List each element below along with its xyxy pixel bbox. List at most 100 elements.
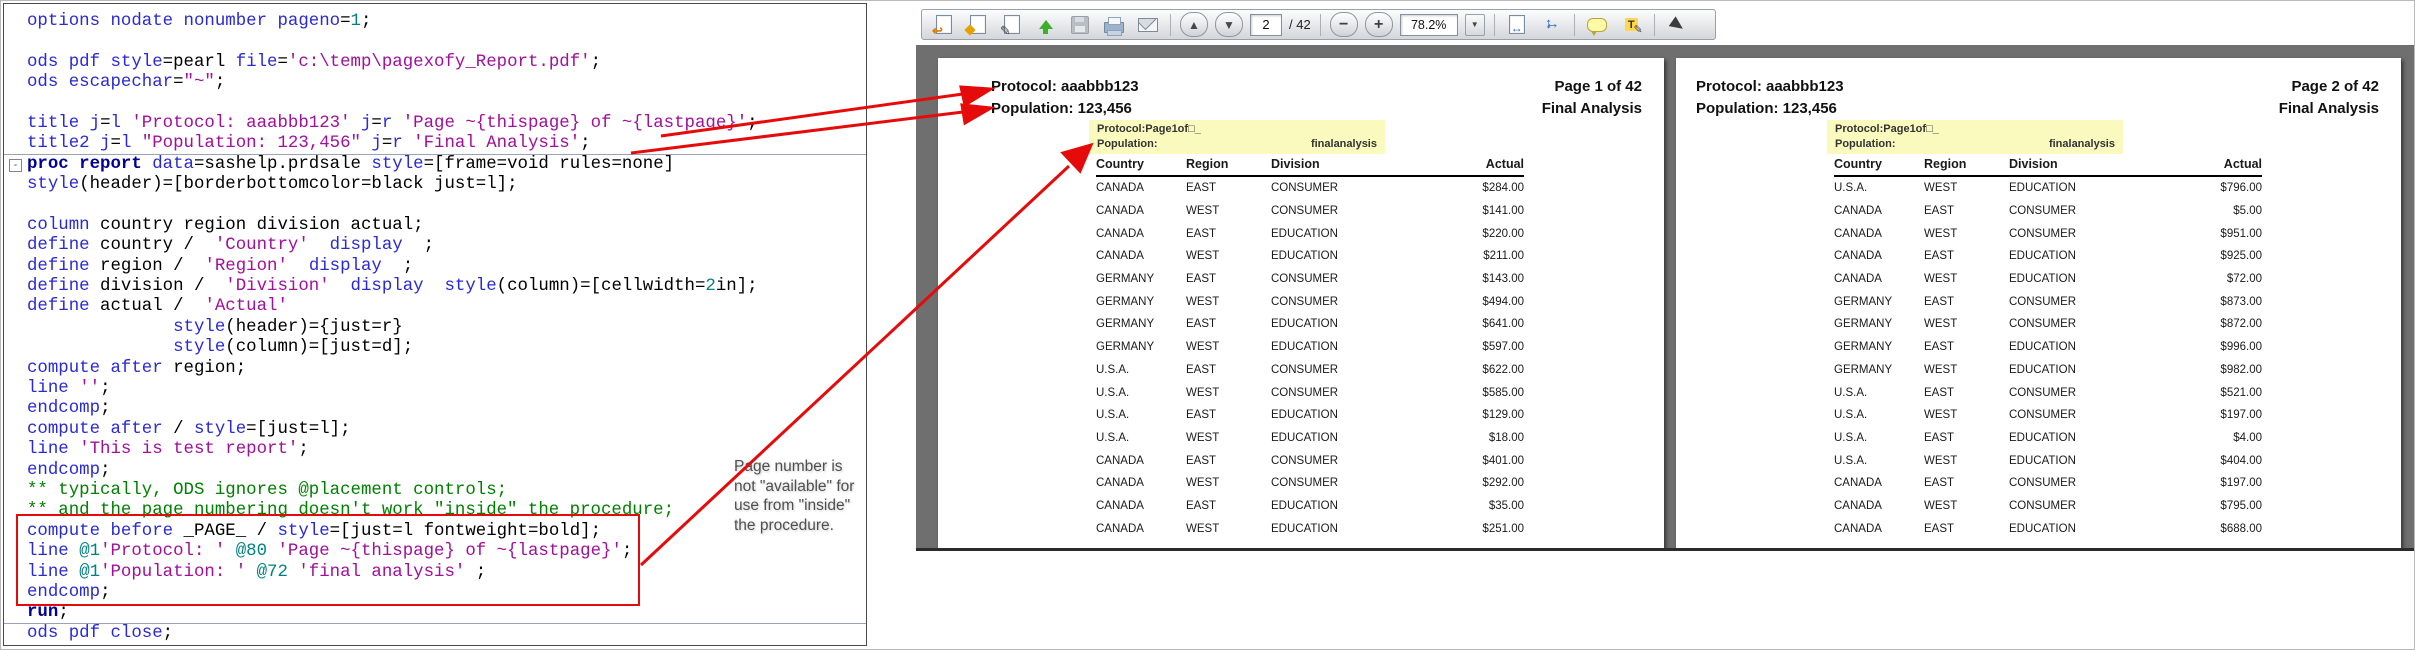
table-cell: CONSUMER (1271, 182, 1339, 195)
table-row: CANADA EAST CONSUMER $5.00 (1834, 200, 2262, 223)
zoom-dropdown-button[interactable]: ▼ (1464, 13, 1485, 36)
zoom-in-button[interactable]: + (1364, 12, 1393, 37)
floppy-glyph (1070, 15, 1089, 34)
code-line[interactable] (4, 94, 866, 114)
select-tool-icon[interactable] (1664, 12, 1691, 37)
table-cell: CONSUMER (2009, 205, 2077, 218)
code-line[interactable]: options nodate nonumber pageno=1; (4, 12, 866, 32)
code-line[interactable]: ods escapechar="~"; (4, 73, 866, 93)
email-icon[interactable] (1134, 12, 1161, 37)
save-icon[interactable] (1066, 12, 1093, 37)
table-cell: CONSUMER (2009, 499, 2077, 512)
sas-code-editor-panel: options nodate nonumber pageno=1; ods pd… (3, 3, 867, 646)
convert-pdf-icon[interactable]: ↩ (930, 12, 957, 37)
next-page-button[interactable]: ▼ (1215, 12, 1243, 37)
report-table: Country Region Division Actual CANADA EAST CO… (1096, 157, 1524, 540)
table-cell: WEST (1186, 522, 1220, 535)
table-cell: WEST (1186, 250, 1220, 263)
table-cell: CANADA (1096, 499, 1144, 512)
code-line[interactable]: title j=l 'Protocol: aaabbb123' j=r 'Pag… (4, 114, 866, 134)
table-cell: EAST (1186, 318, 1217, 331)
table-cell: EAST (1186, 409, 1217, 422)
highlight-line-2-right: finalanalysis (2048, 138, 2115, 150)
pan-icon[interactable]: ↔ ↕ (1538, 12, 1565, 37)
table-cell: U.S.A. (1834, 431, 1868, 444)
table-row: U.S.A. EAST EDUCATION $4.00 (1834, 427, 2262, 450)
table-cell: EDUCATION (1271, 409, 1338, 422)
column-header: Region (1186, 157, 1229, 171)
red-highlight-box (16, 514, 640, 606)
protocol-header: Protocol: aaabbb123 (991, 78, 1139, 95)
highlight-line-2-left: Population: (1835, 138, 1896, 150)
fit-width-icon[interactable]: ↔ (1504, 12, 1531, 37)
upload-icon[interactable] (1032, 12, 1059, 37)
final-analysis-header: Final Analysis (1541, 100, 1642, 117)
table-cell: $141.00 (1482, 205, 1524, 218)
code-line[interactable]: compute after region; (4, 359, 866, 379)
code-line[interactable] (4, 32, 866, 52)
table-cell: $585.00 (1482, 386, 1524, 399)
table-cell: CANADA (1834, 205, 1882, 218)
table-cell: WEST (1924, 363, 1958, 376)
code-line[interactable] (4, 196, 866, 216)
previous-page-button[interactable]: ▲ (1180, 12, 1208, 37)
population-header: Population: 123,456 (1696, 100, 1837, 117)
sign-icon[interactable]: ✎ (998, 12, 1025, 37)
yellow-highlight-block: Protocol:Page1of□_ Population: finalanal… (1827, 120, 2123, 154)
pdf-toolbar: ↩ ✎ ▲ ▼ 2 / 42 − + 78.2% ▼ ↔ ↔ ↕ T ✎ (921, 9, 1716, 40)
table-cell: EDUCATION (2009, 250, 2076, 263)
column-header: Division (2009, 157, 2058, 171)
table-cell: $795.00 (2220, 499, 2262, 512)
code-line[interactable]: column country region division actual; (4, 216, 866, 236)
table-cell: EAST (1924, 250, 1955, 263)
table-cell: WEST (1924, 182, 1958, 195)
code-fold-minus-icon[interactable]: - (9, 159, 22, 172)
table-cell: WEST (1186, 386, 1220, 399)
code-line[interactable]: define region / 'Region' display ; (4, 257, 866, 277)
zoom-level-box[interactable]: 78.2% (1399, 13, 1458, 36)
table-cell: CANADA (1834, 477, 1882, 490)
speech-bubble-glyph (1587, 17, 1608, 36)
comment-icon[interactable] (1584, 12, 1611, 37)
table-cell: WEST (1924, 454, 1958, 467)
code-line[interactable]: style(header)={just=r} (4, 318, 866, 338)
table-cell: $597.00 (1482, 341, 1524, 354)
code-line[interactable]: endcomp; (4, 399, 866, 419)
pdf-document-area[interactable]: Protocol: aaabbb123 Population: 123,456 … (916, 45, 2414, 551)
page-number-input[interactable]: 2 (1250, 13, 1282, 36)
table-cell: EAST (1924, 431, 1955, 444)
code-line[interactable]: line ''; (4, 379, 866, 399)
yellow-highlight-block: Protocol:Page1of□_ Population: finalanal… (1089, 120, 1385, 154)
table-cell: $872.00 (2220, 318, 2262, 331)
code-line[interactable]: define actual / 'Actual' (4, 297, 866, 317)
table-row: CANADA WEST EDUCATION $251.00 (1096, 517, 1524, 540)
highlight-text-icon[interactable]: T ✎ (1618, 12, 1645, 37)
table-cell: EDUCATION (2009, 522, 2076, 535)
column-header: Region (1924, 157, 1967, 171)
table-cell: EDUCATION (1271, 341, 1338, 354)
code-line[interactable]: compute after / style=[just=l]; (4, 420, 866, 440)
code-line[interactable]: style(header)=[borderbottomcolor=black j… (4, 175, 866, 195)
code-line[interactable]: define division / 'Division' display sty… (4, 277, 866, 297)
table-cell: $284.00 (1482, 182, 1524, 195)
code-line[interactable]: define country / 'Country' display ; (4, 236, 866, 256)
print-icon[interactable] (1100, 12, 1127, 37)
code-line[interactable]: run; (4, 603, 866, 624)
code-line[interactable]: ods pdf style=pearl file='c:\temp\pagexo… (4, 53, 866, 73)
table-header-row: Country Region Division Actual (1834, 157, 2262, 177)
create-pdf-icon[interactable] (964, 12, 991, 37)
table-cell: CANADA (1096, 250, 1144, 263)
table-cell: $197.00 (2220, 477, 2262, 490)
code-line[interactable]: proc report data=sashelp.prdsale style=[… (4, 155, 866, 175)
code-line[interactable]: ods pdf close; (4, 624, 866, 644)
table-cell: GERMANY (1096, 318, 1155, 331)
table-row: CANADA WEST EDUCATION $72.00 (1834, 268, 2262, 291)
annotation-line: the procedure. (734, 516, 834, 534)
table-row: CANADA EAST EDUCATION $220.00 (1096, 222, 1524, 245)
zoom-out-button[interactable]: − (1329, 12, 1358, 37)
table-cell: U.S.A. (1096, 431, 1130, 444)
annotation-note: Page number is not "available" for use fro… (734, 457, 894, 535)
toolbar-separator (1573, 13, 1575, 36)
code-line[interactable]: style(column)=[just=d]; (4, 338, 866, 358)
code-line[interactable]: title2 j=l "Population: 123,456" j=r 'Fi… (4, 134, 866, 155)
